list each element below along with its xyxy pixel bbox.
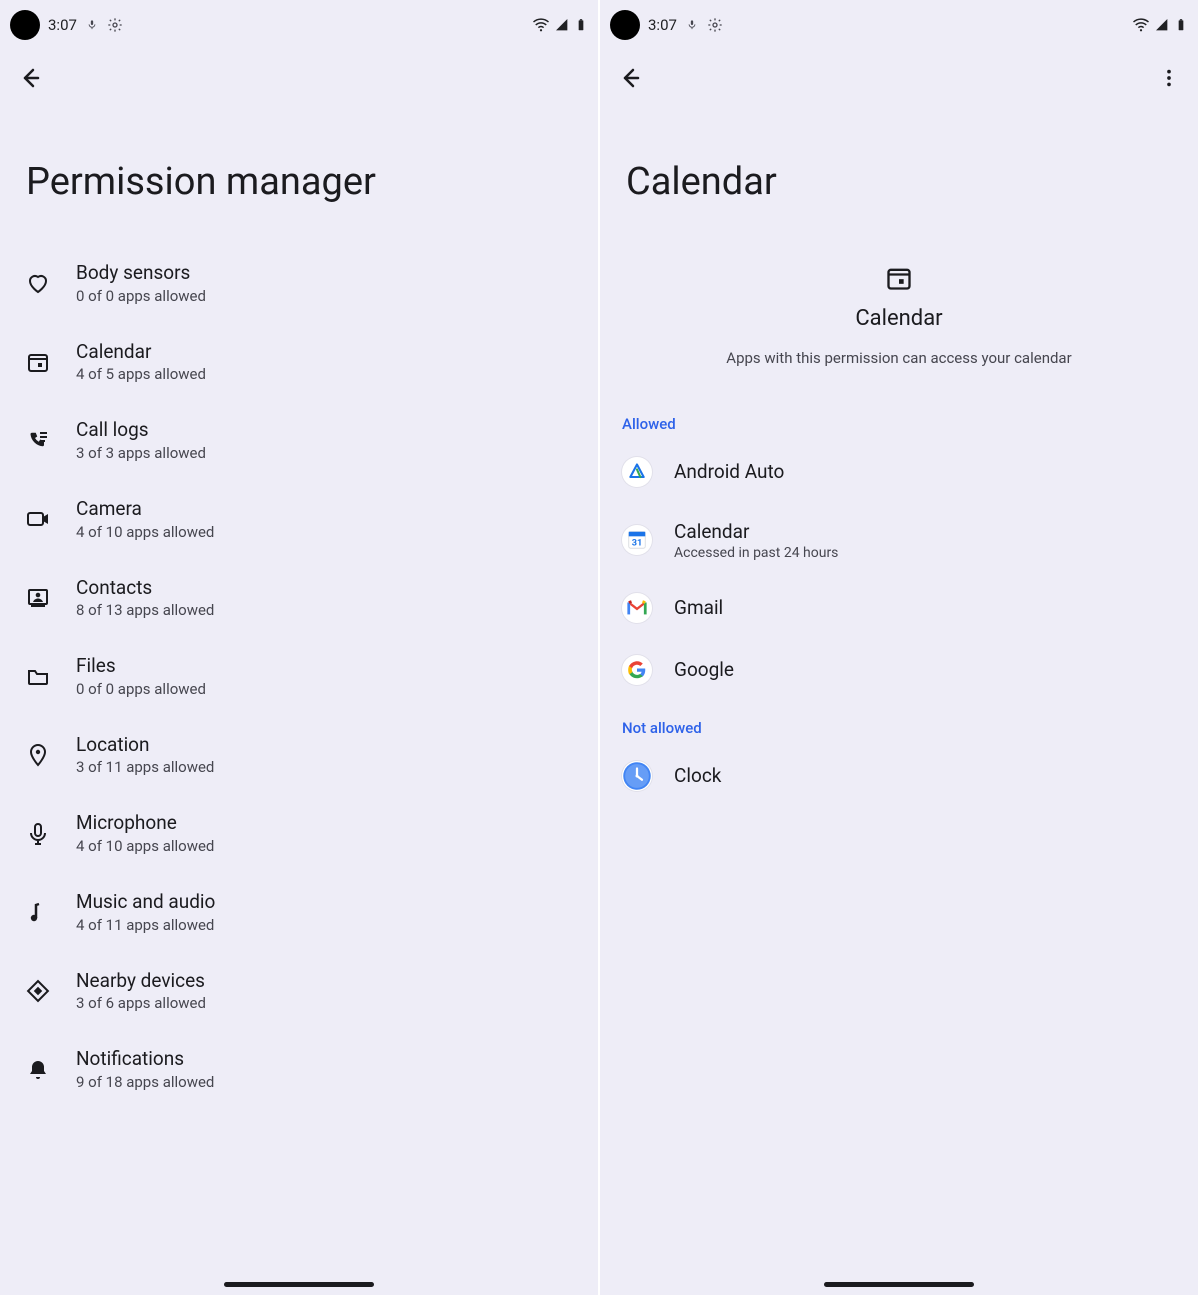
auto-app-icon <box>622 457 652 487</box>
toolbar <box>0 50 598 106</box>
app-item-android-auto[interactable]: Android Auto <box>600 441 1198 503</box>
app-label: Clock <box>674 763 721 789</box>
location-icon <box>26 743 50 767</box>
battery-icon <box>574 16 588 34</box>
permission-subtitle: 4 of 10 apps allowed <box>76 836 214 857</box>
permission-subtitle: 0 of 0 apps allowed <box>76 286 206 307</box>
bell-icon <box>26 1058 50 1082</box>
wifi-icon <box>1132 16 1150 34</box>
permission-list: Body sensors 0 of 0 apps allowed Calenda… <box>0 244 598 1109</box>
permission-subtitle: 9 of 18 apps allowed <box>76 1072 214 1093</box>
permission-item-folder[interactable]: Files 0 of 0 apps allowed <box>0 637 598 716</box>
back-icon[interactable] <box>18 66 42 90</box>
allowed-header: Allowed <box>600 397 1198 441</box>
google-app-icon <box>622 655 652 685</box>
toolbar <box>600 50 1198 106</box>
heart-icon <box>26 271 50 295</box>
app-subtitle: Accessed in past 24 hours <box>674 545 838 561</box>
calendar-icon <box>885 264 913 292</box>
app-label: Gmail <box>674 595 723 621</box>
permission-item-music[interactable]: Music and audio 4 of 11 apps allowed <box>0 873 598 952</box>
permission-subtitle: 3 of 6 apps allowed <box>76 993 206 1014</box>
permission-label: Body sensors <box>76 260 206 286</box>
status-bar: 3:07 <box>600 0 1198 50</box>
app-label: Google <box>674 657 734 683</box>
permission-item-calendar[interactable]: Calendar 4 of 5 apps allowed <box>0 323 598 402</box>
permission-label: Camera <box>76 496 214 522</box>
battery-icon <box>1174 16 1188 34</box>
permission-subtitle: 4 of 11 apps allowed <box>76 915 215 936</box>
gear-status-icon <box>107 17 123 33</box>
calllog-icon <box>26 429 50 453</box>
signal-icon <box>1154 17 1170 33</box>
allowed-app-list: Android Auto 31 Calendar Accessed in pas… <box>600 441 1198 701</box>
gmail-app-icon <box>622 593 652 623</box>
permission-description: Apps with this permission can access you… <box>726 349 1071 367</box>
notification-dot <box>610 10 640 40</box>
app-item-gmail[interactable]: Gmail <box>600 577 1198 639</box>
permission-item-contacts[interactable]: Contacts 8 of 13 apps allowed <box>0 559 598 638</box>
permission-subtitle: 4 of 5 apps allowed <box>76 364 206 385</box>
permission-item-heart[interactable]: Body sensors 0 of 0 apps allowed <box>0 244 598 323</box>
permission-label: Call logs <box>76 417 206 443</box>
more-icon[interactable] <box>1158 67 1180 89</box>
app-label: Calendar <box>674 519 838 545</box>
permission-subtitle: 3 of 11 apps allowed <box>76 757 214 778</box>
permission-label: Notifications <box>76 1046 214 1072</box>
clock-app-icon <box>622 761 652 791</box>
permission-label: Microphone <box>76 810 214 836</box>
page-title: Permission manager <box>0 106 598 244</box>
permission-hero: Calendar Apps with this permission can a… <box>600 244 1198 397</box>
app-item-calendar[interactable]: 31 Calendar Accessed in past 24 hours <box>600 503 1198 577</box>
permission-subtitle: 3 of 3 apps allowed <box>76 443 206 464</box>
back-icon[interactable] <box>618 66 642 90</box>
svg-text:31: 31 <box>632 538 643 548</box>
status-time: 3:07 <box>48 16 77 34</box>
permission-manager-screen: 3:07 Permission manager Body sensors 0 o… <box>0 0 600 1295</box>
permission-subtitle: 8 of 13 apps allowed <box>76 600 214 621</box>
app-item-google[interactable]: Google <box>600 639 1198 701</box>
page-title: Calendar <box>600 106 1198 244</box>
notification-dot <box>10 10 40 40</box>
permission-subtitle: 0 of 0 apps allowed <box>76 679 206 700</box>
mic-status-icon <box>85 18 99 32</box>
folder-icon <box>26 665 50 689</box>
calendar-icon <box>26 350 50 374</box>
calendar-permission-screen: 3:07 Calendar Calendar Apps with this pe… <box>600 0 1200 1295</box>
permission-subtitle: 4 of 10 apps allowed <box>76 522 214 543</box>
permission-label: Calendar <box>76 339 206 365</box>
status-time: 3:07 <box>648 16 677 34</box>
gcal-app-icon: 31 <box>622 525 652 555</box>
mic-status-icon <box>685 18 699 32</box>
nearby-icon <box>26 979 50 1003</box>
nav-handle[interactable] <box>224 1282 374 1287</box>
app-item-clock[interactable]: Clock <box>600 745 1198 807</box>
status-bar: 3:07 <box>0 0 598 50</box>
app-label: Android Auto <box>674 459 784 485</box>
permission-label: Location <box>76 732 214 758</box>
mic-icon <box>26 822 50 846</box>
music-icon <box>26 900 50 924</box>
camera-icon <box>26 507 50 531</box>
permission-name: Calendar <box>855 306 942 331</box>
permission-label: Files <box>76 653 206 679</box>
permission-label: Nearby devices <box>76 968 206 994</box>
permission-item-mic[interactable]: Microphone 4 of 10 apps allowed <box>0 794 598 873</box>
permission-label: Contacts <box>76 575 214 601</box>
permission-item-bell[interactable]: Notifications 9 of 18 apps allowed <box>0 1030 598 1109</box>
permission-item-nearby[interactable]: Nearby devices 3 of 6 apps allowed <box>0 952 598 1031</box>
not-allowed-header: Not allowed <box>600 701 1198 745</box>
permission-item-camera[interactable]: Camera 4 of 10 apps allowed <box>0 480 598 559</box>
permission-item-calllog[interactable]: Call logs 3 of 3 apps allowed <box>0 401 598 480</box>
signal-icon <box>554 17 570 33</box>
gear-status-icon <box>707 17 723 33</box>
nav-handle[interactable] <box>824 1282 974 1287</box>
not-allowed-app-list: Clock <box>600 745 1198 807</box>
permission-item-location[interactable]: Location 3 of 11 apps allowed <box>0 716 598 795</box>
wifi-icon <box>532 16 550 34</box>
contacts-icon <box>26 586 50 610</box>
permission-label: Music and audio <box>76 889 215 915</box>
